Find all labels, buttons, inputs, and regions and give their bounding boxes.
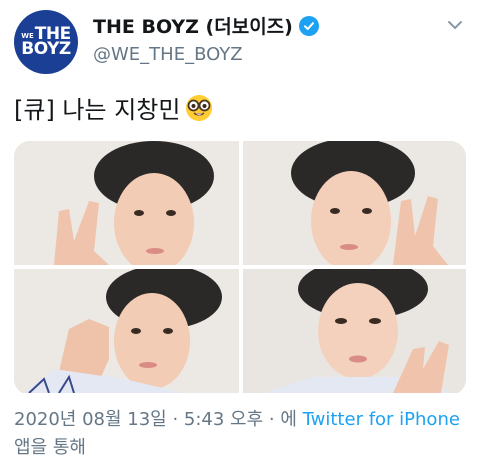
tweet-photo-3[interactable] <box>14 269 239 393</box>
chevron-down-icon[interactable] <box>444 14 466 36</box>
source-suffix: 앱을 통해 <box>14 437 86 458</box>
tweet-photo-4[interactable] <box>243 269 466 393</box>
tweet-text: [큐] 나는 지창민 <box>14 90 214 125</box>
photo-grid <box>14 141 466 395</box>
handle[interactable]: @WE_THE_BOYZ <box>93 44 243 65</box>
avatar[interactable]: WE THE BOYZ <box>14 10 78 74</box>
display-name-row[interactable]: THE BOYZ (더보이즈) <box>93 12 319 39</box>
tweet-text-body: [큐] 나는 지창민 <box>14 96 181 124</box>
tweet-card: WE THE BOYZ THE BOYZ (더보이즈) @WE_THE_BOYZ… <box>0 0 480 469</box>
verified-badge-icon <box>298 15 319 36</box>
tweet-meta: 2020년 08월 13일 · 5:43 오후 · 에 Twitter for … <box>14 406 474 462</box>
display-name[interactable]: THE BOYZ (더보이즈) <box>93 12 293 39</box>
source-link[interactable]: Twitter for iPhone <box>303 409 460 430</box>
timestamp[interactable]: 2020년 08월 13일 · 5:43 오후 · 에 <box>14 409 297 430</box>
tweet-photo-1[interactable] <box>14 141 239 265</box>
nerd-face-icon <box>186 94 213 121</box>
tweet-photo-2[interactable] <box>243 141 466 265</box>
avatar-line2: BOYZ <box>21 39 71 59</box>
